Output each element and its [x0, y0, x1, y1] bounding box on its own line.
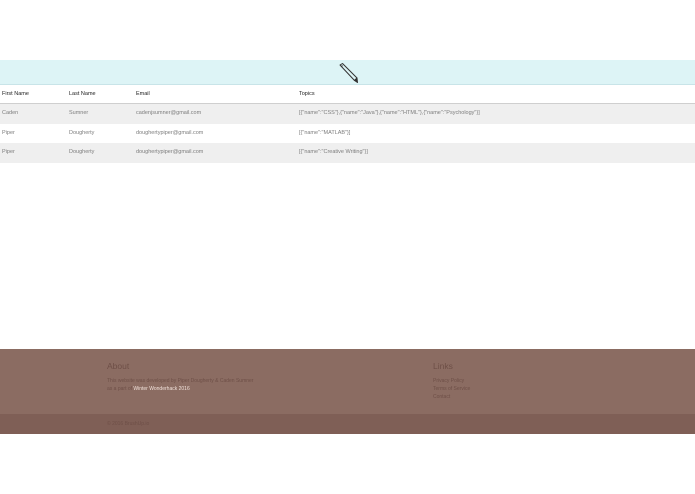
table-row[interactable]: Piper Dougherty doughertypiper@gmail.com…: [0, 143, 695, 163]
email-cell: doughertypiper@gmail.com: [136, 129, 204, 136]
privacy-policy-link[interactable]: Privacy Policy: [433, 378, 464, 384]
last-name-cell: Dougherty: [69, 149, 95, 155]
contact-link[interactable]: Contact: [433, 394, 450, 400]
topics-cell: [{"name":"Creative Writing"}]: [299, 149, 368, 155]
topics-cell: [{"name":"MATLAB"}]: [299, 129, 351, 136]
first-name-cell: Piper: [2, 129, 15, 136]
wonderhack-link[interactable]: Winter Wonderhack 2016: [133, 386, 189, 392]
about-text-line2: as a part of Winter Wonderhack 2016: [107, 386, 190, 392]
email-cell: doughertypiper@gmail.com: [136, 149, 204, 155]
table-row[interactable]: Piper Dougherty doughertypiper@gmail.com…: [0, 124, 695, 144]
copyright-text: © 2016 BrushUp.io: [107, 421, 150, 427]
column-header-last-name[interactable]: Last Name: [69, 86, 96, 102]
users-table: First Name Last Name Email Topics Caden …: [0, 86, 695, 163]
pencil-icon[interactable]: [337, 62, 359, 84]
first-name-cell: Caden: [2, 110, 19, 116]
last-name-cell: Sumner: [69, 110, 89, 116]
footer-bottom-bar: [0, 414, 695, 434]
column-header-first-name[interactable]: First Name: [2, 86, 29, 102]
about-text-prefix: as a part of: [107, 386, 133, 392]
column-header-topics[interactable]: Topics: [299, 86, 315, 102]
email-cell: cadenjsumner@gmail.com: [136, 110, 202, 116]
links-heading: Links: [433, 361, 453, 371]
topics-cell: [{"name":"CSS"},{"name":"Java"},{"name":…: [299, 110, 480, 116]
about-heading: About: [107, 361, 130, 371]
table-row[interactable]: Caden Sumner cadenjsumner@gmail.com [{"n…: [0, 104, 695, 124]
first-name-cell: Piper: [2, 149, 15, 155]
last-name-cell: Dougherty: [69, 129, 95, 136]
terms-of-service-link[interactable]: Terms of Service: [433, 386, 470, 392]
about-text: This website was developed by Piper Doug…: [107, 378, 254, 384]
column-header-email[interactable]: Email: [136, 86, 150, 102]
table-header-row: First Name Last Name Email Topics: [0, 86, 695, 104]
